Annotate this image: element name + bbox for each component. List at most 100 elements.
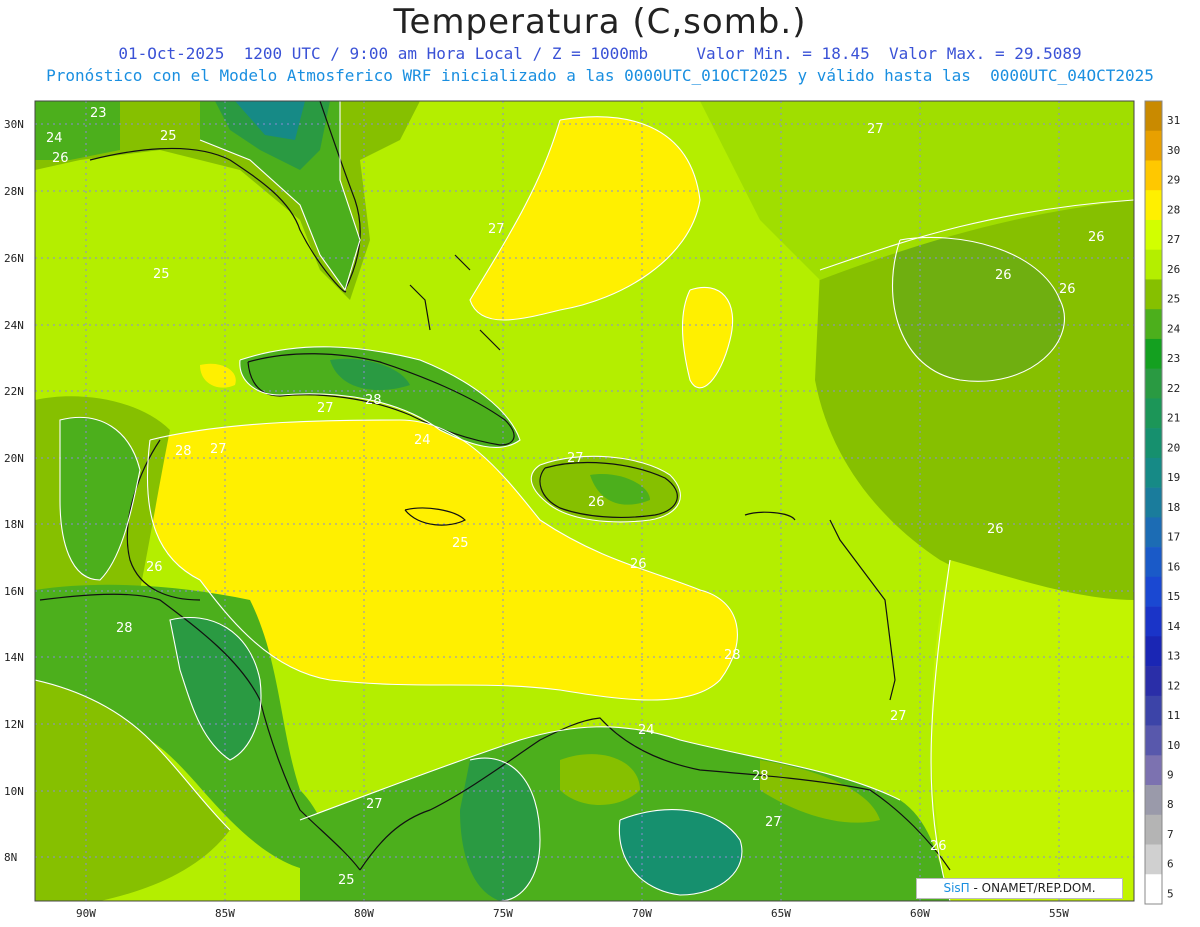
lon-label: 65W (771, 907, 791, 920)
contour-label: 28 (175, 444, 192, 459)
contour-label: 28 (116, 621, 133, 636)
colorbar-swatch (1145, 309, 1162, 340)
lon-label: 75W (493, 907, 513, 920)
colorbar-label: 5 (1167, 887, 1174, 900)
lon-label: 85W (215, 907, 235, 920)
colorbar-label: 9 (1167, 768, 1174, 781)
lat-label: 24N (4, 319, 24, 332)
contour-label: 26 (995, 268, 1012, 283)
contour-label: 27 (210, 442, 227, 457)
colorbar-label: 20 (1167, 441, 1180, 454)
colorbar-swatch (1145, 249, 1162, 280)
latitude-axis: 30N 28N 26N 24N 22N 20N 18N 16N 14N 12N … (4, 118, 24, 864)
contour-label: 27 (890, 709, 907, 724)
colorbar: 31 30 29 28 27 26 25 24 23 22 21 20 19 18 17 16 15 14 13 12… (1144, 100, 1181, 905)
colorbar-swatch (1145, 636, 1162, 667)
contour-label: 28 (365, 393, 382, 408)
colorbar-swatch (1145, 428, 1162, 459)
contour-label: 23 (90, 106, 107, 121)
lon-label: 90W (76, 907, 96, 920)
colorbar-swatch (1145, 160, 1162, 191)
colorbar-label: 17 (1167, 531, 1180, 544)
contour-label: 27 (867, 122, 884, 137)
colorbar-swatch (1145, 785, 1162, 816)
colorbar-label: 18 (1167, 501, 1180, 514)
colorbar-label: 16 (1167, 560, 1180, 573)
lon-label: 70W (632, 907, 652, 920)
contour-label: 25 (160, 129, 177, 144)
contour-label: 26 (52, 151, 69, 166)
colorbar-label: 19 (1167, 471, 1180, 484)
lat-label: 14N (4, 651, 24, 664)
contour-label: 26 (987, 522, 1004, 537)
colorbar-swatch (1145, 814, 1162, 845)
colorbar-swatch (1145, 874, 1162, 905)
contour-label: 25 (452, 536, 469, 551)
colorbar-label: 24 (1167, 322, 1181, 335)
lat-label: 10N (4, 785, 24, 798)
colorbar-swatch (1145, 398, 1162, 429)
lon-label: 80W (354, 907, 374, 920)
colorbar-swatch (1145, 101, 1162, 132)
lat-label: 8N (4, 851, 17, 864)
contour-label: 27 (366, 797, 383, 812)
colorbar-swatch (1145, 576, 1162, 607)
colorbar-swatch (1145, 755, 1162, 786)
lat-label: 30N (4, 118, 24, 131)
lon-label: 60W (910, 907, 930, 920)
contour-label: 24 (46, 131, 63, 146)
colorbar-swatch (1145, 368, 1162, 399)
lat-label: 22N (4, 385, 24, 398)
colorbar-label: 7 (1167, 828, 1174, 841)
colorbar-swatch (1145, 547, 1162, 578)
contour-label: 27 (765, 815, 782, 830)
sis-logo-text: SisΠ (943, 881, 970, 895)
colorbar-label: 12 (1167, 679, 1180, 692)
colorbar-swatch (1145, 666, 1162, 697)
lat-label: 28N (4, 185, 24, 198)
colorbar-label: 23 (1167, 352, 1180, 365)
colorbar-label: 14 (1167, 620, 1181, 633)
temperature-map: 23 24 26 25 27 26 26 26 27 25 27 28 28 2… (4, 100, 1181, 920)
colorbar-swatch (1145, 219, 1162, 250)
contour-label: 26 (630, 557, 647, 572)
lat-label: 12N (4, 718, 24, 731)
contour-label: 26 (930, 839, 947, 854)
colorbar-label: 31 (1167, 114, 1180, 127)
contour-label: 27 (488, 222, 505, 237)
colorbar-label: 6 (1167, 858, 1174, 871)
contour-label: 26 (588, 495, 605, 510)
colorbar-swatch (1145, 130, 1162, 161)
colorbar-label: 25 (1167, 293, 1180, 306)
colorbar-label: 27 (1167, 233, 1180, 246)
colorbar-label: 13 (1167, 650, 1180, 663)
contour-label: 27 (567, 451, 584, 466)
colorbar-swatch (1145, 517, 1162, 548)
contour-label: 24 (414, 433, 431, 448)
colorbar-swatch (1145, 695, 1162, 726)
colorbar-label: 28 (1167, 203, 1180, 216)
credit-text: - ONAMET/REP.DOM. (969, 881, 1096, 895)
colorbar-label: 29 (1167, 174, 1180, 187)
colorbar-swatch (1145, 844, 1162, 875)
lat-label: 20N (4, 452, 24, 465)
colorbar-label: 10 (1167, 739, 1180, 752)
contour-label: 28 (752, 769, 769, 784)
colorbar-label: 22 (1167, 382, 1180, 395)
colorbar-label: 11 (1167, 709, 1180, 722)
temperature-field (35, 101, 1134, 901)
colorbar-label: 8 (1167, 798, 1174, 811)
colorbar-label: 30 (1167, 144, 1180, 157)
colorbar-swatch (1145, 725, 1162, 756)
credit-box: SisΠ - ONAMET/REP.DOM. (916, 878, 1123, 899)
lat-label: 26N (4, 252, 24, 265)
colorbar-swatch (1145, 338, 1162, 369)
colorbar-swatch (1145, 279, 1162, 310)
colorbar-swatch (1145, 190, 1162, 221)
contour-label: 26 (1059, 282, 1076, 297)
contour-label: 26 (146, 560, 163, 575)
contour-label: 28 (724, 648, 741, 663)
contour-label: 25 (338, 873, 355, 888)
colorbar-swatch (1145, 487, 1162, 518)
longitude-axis: 90W 85W 80W 75W 70W 65W 60W 55W (76, 907, 1069, 920)
